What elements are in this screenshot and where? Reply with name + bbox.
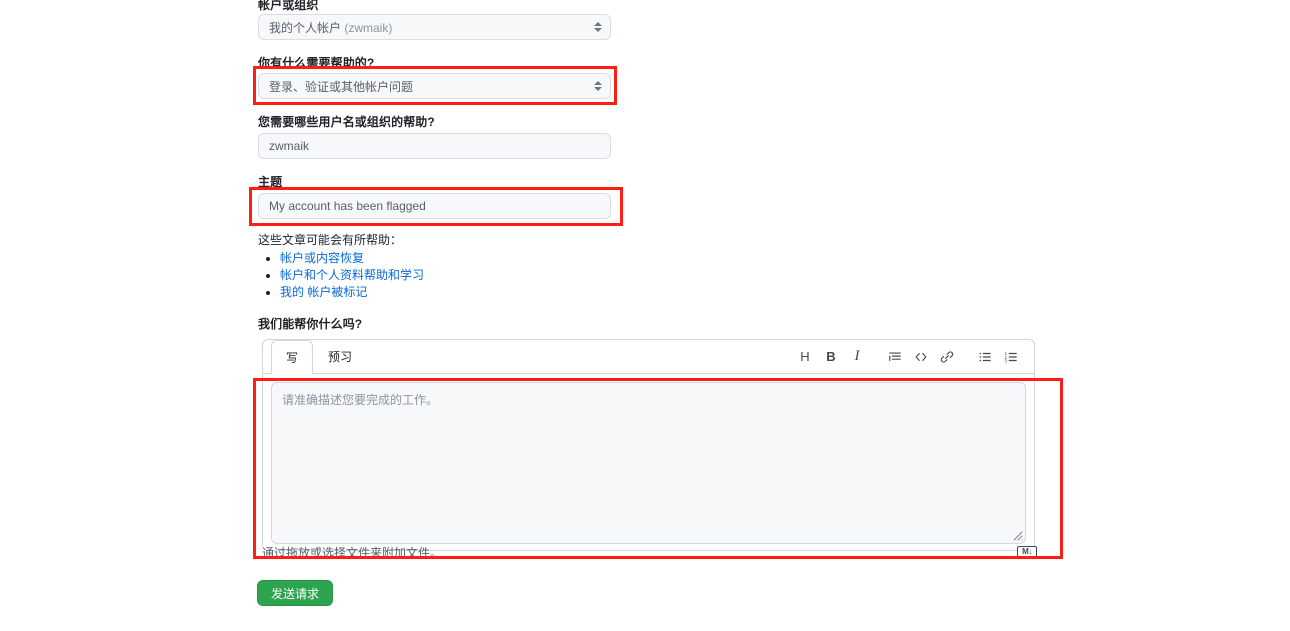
suggested-articles-list: 帐户或内容恢复 帐户和个人资料帮助和学习 我的 帐户被标记 — [258, 250, 424, 301]
subject-input[interactable]: My account has been flagged — [258, 193, 611, 219]
bold-icon[interactable]: B — [818, 344, 844, 370]
tab-write[interactable]: 写 — [271, 340, 314, 374]
markdown-editor: 写 预习 H B I 1 2 3 请准确描述您要完成的工作。 — [262, 339, 1035, 551]
account-org-value: 我的个人帐户 (zwmaik) — [269, 20, 393, 35]
article-link[interactable]: 我的 帐户被标记 — [280, 285, 367, 299]
resize-handle-icon[interactable] — [1011, 529, 1023, 541]
unordered-list-icon[interactable] — [972, 344, 998, 370]
list-item: 帐户和个人资料帮助和学习 — [258, 267, 424, 284]
account-org-select[interactable]: 我的个人帐户 (zwmaik) — [258, 14, 611, 40]
ordered-list-icon[interactable]: 1 2 3 — [998, 344, 1024, 370]
suggested-articles-intro: 这些文章可能会有所帮助： — [258, 233, 403, 247]
article-link[interactable]: 帐户和个人资料帮助和学习 — [280, 268, 424, 282]
send-request-button[interactable]: 发送请求 — [257, 580, 333, 606]
username-org-label: 您需要哪些用户名或组织的帮助? — [258, 115, 435, 129]
attachment-hint: 通过拖放或选择文件来附加文件。 — [262, 546, 443, 560]
description-textarea[interactable]: 请准确描述您要完成的工作。 — [271, 382, 1026, 544]
italic-icon[interactable]: I — [844, 344, 870, 370]
list-item: 我的 帐户被标记 — [258, 284, 424, 301]
help-topic-select[interactable]: 登录、验证或其他帐户问题 — [258, 73, 611, 99]
subject-value: My account has been flagged — [269, 199, 426, 213]
editor-tabs: 写 预习 — [263, 340, 367, 374]
heading-icon[interactable]: H — [792, 344, 818, 370]
markdown-toolbar: H B I 1 2 3 — [792, 340, 1024, 373]
svg-text:3: 3 — [1005, 358, 1008, 363]
support-request-form-page: 帐户或组织 我的个人帐户 (zwmaik) 你有什么需要帮助的? 登录、验证或其… — [0, 0, 1290, 631]
tab-preview[interactable]: 预习 — [313, 340, 367, 373]
help-topic-value: 登录、验证或其他帐户问题 — [269, 79, 414, 94]
code-icon[interactable] — [908, 344, 934, 370]
chevron-updown-icon — [593, 20, 602, 34]
description-label: 我们能帮你什么吗? — [258, 317, 363, 331]
username-org-value: zwmaik — [269, 139, 310, 153]
article-link[interactable]: 帐户或内容恢复 — [280, 251, 364, 265]
link-icon[interactable] — [934, 344, 960, 370]
help-topic-label: 你有什么需要帮助的? — [258, 56, 375, 70]
subject-label: 主题 — [258, 175, 283, 189]
description-placeholder: 请准确描述您要完成的工作。 — [282, 393, 439, 407]
chevron-updown-icon — [593, 79, 602, 93]
account-org-label: 帐户或组织 — [258, 0, 319, 12]
username-org-input[interactable]: zwmaik — [258, 133, 611, 159]
list-item: 帐户或内容恢复 — [258, 250, 424, 267]
markdown-supported-icon[interactable]: M↓ — [1017, 546, 1037, 558]
quote-icon[interactable] — [882, 344, 908, 370]
markdown-body: 请准确描述您要完成的工作。 — [263, 374, 1034, 552]
